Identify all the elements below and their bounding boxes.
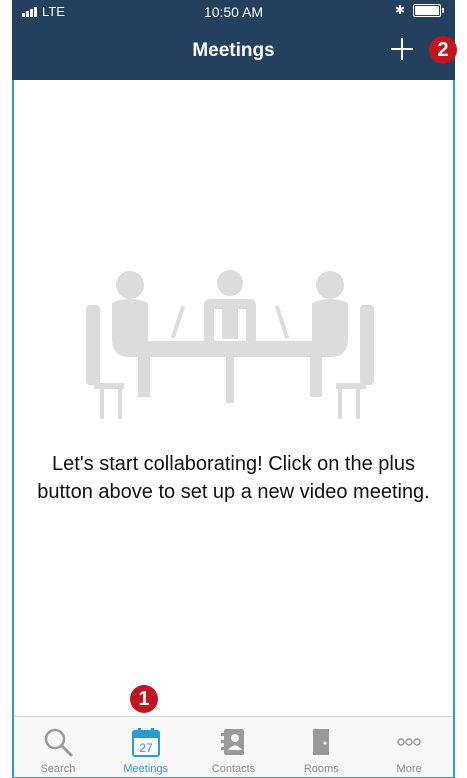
add-meeting-button[interactable] xyxy=(387,34,417,64)
status-bar: LTE 10:50 AM ✱ xyxy=(12,0,455,24)
bluetooth-icon: ✱ xyxy=(394,3,405,17)
status-right: ✱ xyxy=(394,3,444,17)
empty-state-message: Let's start collaborating! Click on the … xyxy=(37,453,430,503)
calendar-icon: 27 xyxy=(129,725,163,759)
door-icon xyxy=(304,725,338,759)
tab-rooms[interactable]: Rooms xyxy=(277,717,365,777)
search-icon xyxy=(41,725,75,759)
tab-label: Search xyxy=(40,763,76,775)
tab-label: More xyxy=(396,763,422,775)
tab-bar: Search 27 Meetings Contacts Rooms More xyxy=(14,716,453,777)
battery-icon xyxy=(413,3,444,17)
callout-badge-2: 2 xyxy=(429,36,457,64)
tab-label: Rooms xyxy=(303,763,339,775)
tab-label: Meetings xyxy=(123,763,169,775)
status-time: 10:50 AM xyxy=(203,4,264,20)
tab-contacts[interactable]: Contacts xyxy=(190,717,278,777)
tab-label: Contacts xyxy=(211,763,256,775)
contacts-icon xyxy=(216,725,250,759)
svg-text:27: 27 xyxy=(139,741,153,755)
meeting-illustration xyxy=(86,270,374,419)
callout-badge-1: 1 xyxy=(130,685,158,713)
tab-more[interactable]: More xyxy=(365,717,453,777)
tab-search[interactable]: Search xyxy=(14,717,102,777)
more-icon xyxy=(392,725,426,759)
tab-meetings[interactable]: 27 Meetings xyxy=(102,717,190,777)
app-header: LTE 10:50 AM ✱ Meetings 2 xyxy=(12,0,457,80)
